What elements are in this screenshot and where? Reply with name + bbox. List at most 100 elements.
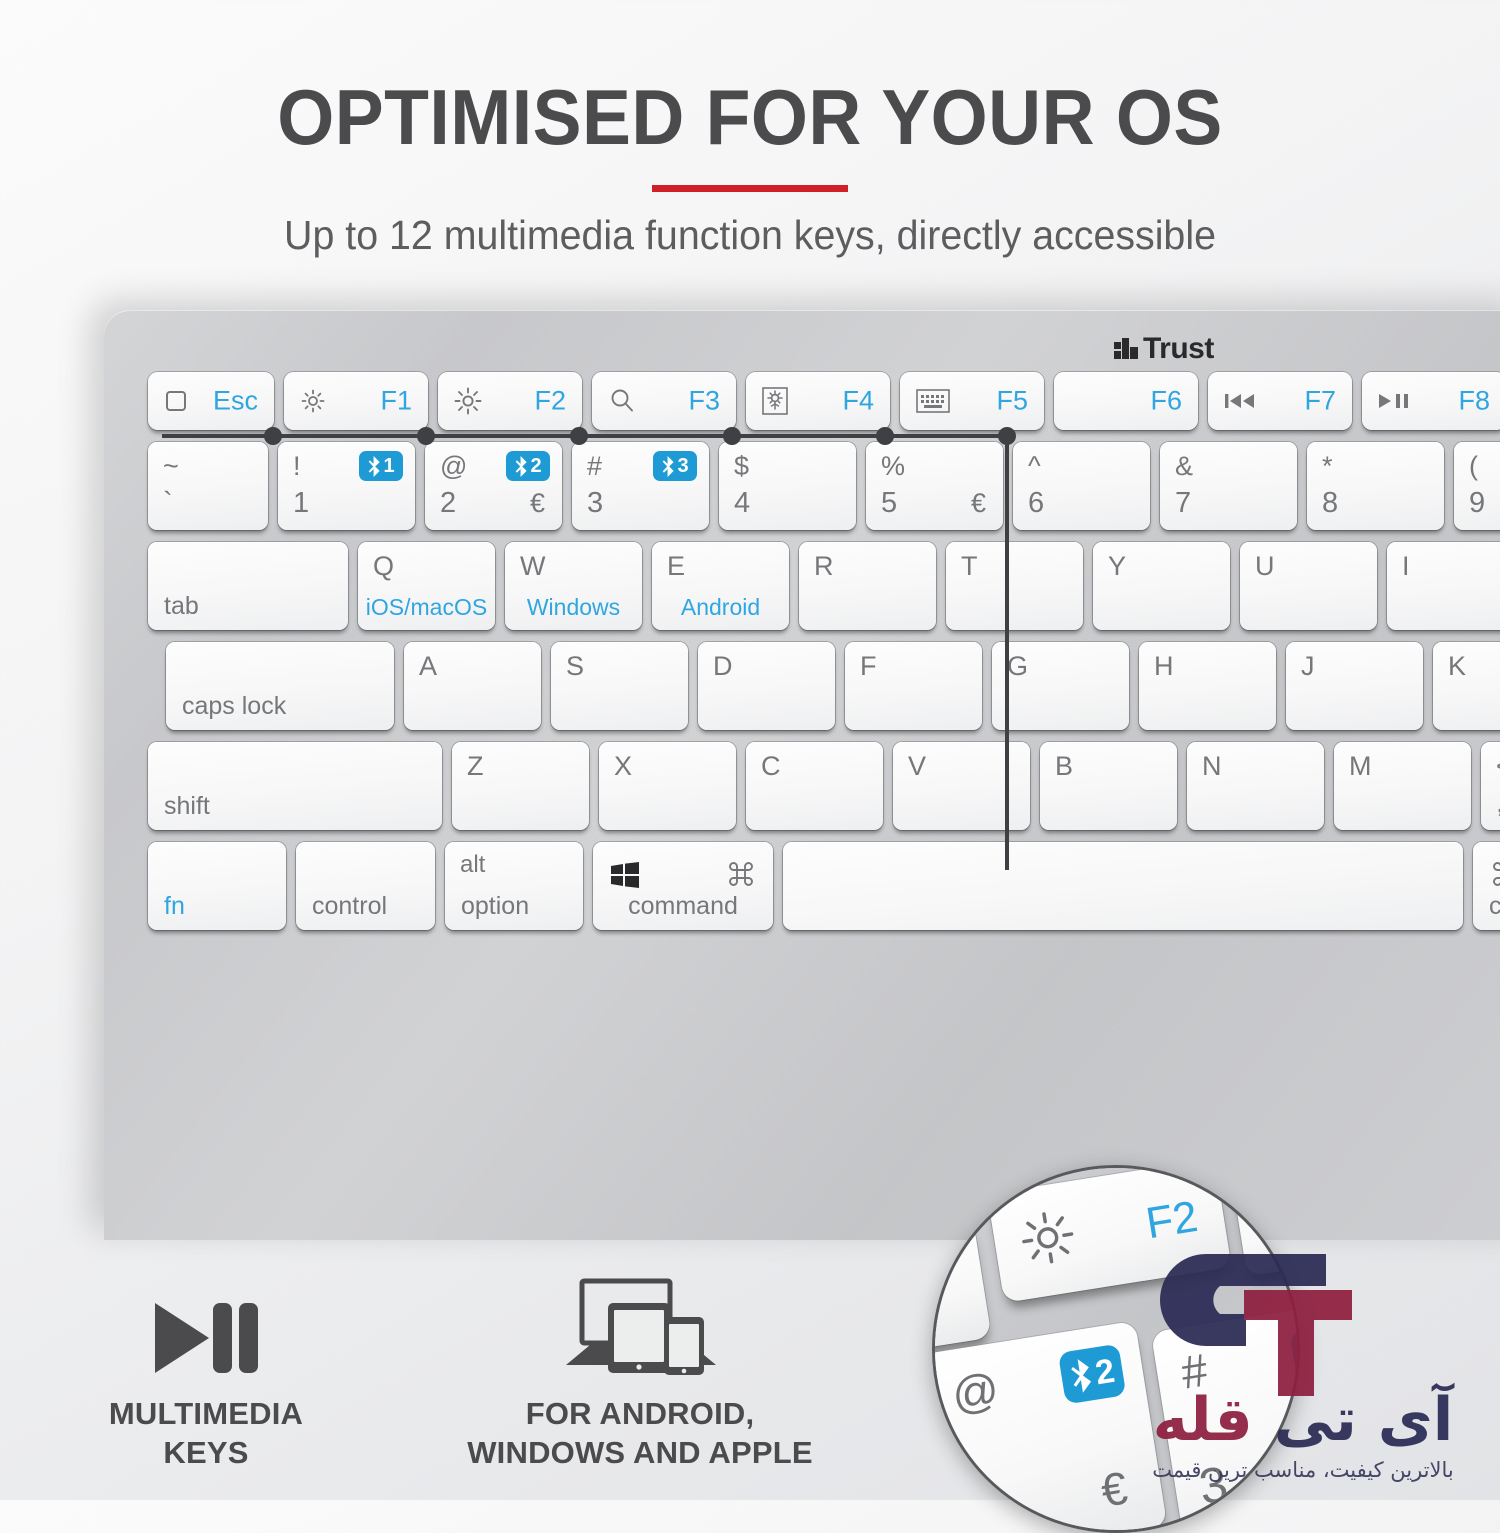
key-label-f5: F5 [996, 385, 1028, 416]
key-f4[interactable]: F4 [746, 372, 890, 430]
key-label-6: 6 [1028, 487, 1045, 519]
key-m[interactable]: M [1334, 742, 1471, 830]
key-q[interactable]: Q iOS/macOS [358, 542, 495, 630]
key-2[interactable]: @ 2 € 2 [425, 442, 562, 530]
key-u[interactable]: U [1240, 542, 1377, 630]
key-f7[interactable]: F7 [1208, 372, 1352, 430]
key-label-r: R [814, 551, 834, 581]
key-label-caret: ^ [1028, 451, 1041, 481]
key-a[interactable]: A [404, 642, 541, 730]
key-4[interactable]: $ 4 [719, 442, 856, 530]
key-label-percent: % [881, 451, 906, 481]
key-command-left[interactable]: command [593, 842, 773, 930]
key-f3[interactable]: F3 [592, 372, 736, 430]
key-v[interactable]: V [893, 742, 1030, 830]
key-c[interactable]: C [746, 742, 883, 830]
key-space[interactable] [783, 842, 1463, 930]
key-r[interactable]: R [799, 542, 936, 630]
key-fn[interactable]: fn [148, 842, 286, 930]
key-label-4: 4 [734, 487, 751, 519]
key-label-dollar: $ [734, 451, 750, 481]
key-6[interactable]: ^ 6 [1013, 442, 1150, 530]
page-subtitle: Up to 12 multimedia function keys, direc… [284, 212, 1216, 258]
command-glyph-icon [727, 860, 755, 888]
header: OPTIMISED FOR YOUR OS Up to 12 multimedi… [0, 0, 1500, 259]
key-comma[interactable]: < , [1481, 742, 1500, 830]
key-t[interactable]: T [946, 542, 1083, 630]
watermark-tagline: بالاترین کیفیت، مناسب ترین قیمت [1152, 1458, 1454, 1482]
key-label-2: 2 [440, 487, 457, 519]
key-label-option: option [461, 892, 530, 920]
key-label-b: B [1055, 751, 1074, 781]
multi-device-feature-icon [420, 1278, 860, 1377]
key-label-f8: F8 [1458, 385, 1490, 416]
key-label-k: K [1448, 651, 1467, 681]
key-y[interactable]: Y [1093, 542, 1230, 630]
key-5[interactable]: % 5 € [866, 442, 1003, 530]
key-j[interactable]: J [1286, 642, 1423, 730]
key-label-s: S [566, 651, 585, 681]
qwerty-key-row: tab Q iOS/macOS W Windows E Android R T … [148, 542, 1500, 630]
key-f[interactable]: F [845, 642, 982, 730]
key-control[interactable]: control [296, 842, 435, 930]
key-e[interactable]: E Android [652, 542, 789, 630]
key-f8[interactable]: F8 [1362, 372, 1500, 430]
key-command-right[interactable]: comm [1473, 842, 1500, 930]
feature-device-compatibility: FOR ANDROID, WINDOWS AND APPLE [420, 1278, 860, 1472]
key-d[interactable]: D [698, 642, 835, 730]
key-f6[interactable]: F6 [1054, 372, 1198, 430]
key-i[interactable]: I [1387, 542, 1500, 630]
key-8[interactable]: * 8 [1307, 442, 1444, 530]
play-pause-feature-icon [46, 1281, 366, 1377]
key-w[interactable]: W Windows [505, 542, 642, 630]
key-label-f: F [860, 651, 877, 681]
site-watermark-logo: آی تی قله بالاترین کیفیت، مناسب ترین قیم… [1128, 1246, 1478, 1486]
key-3[interactable]: # 3 3 [572, 442, 709, 530]
keyboard-product-image: Trust Esc F1 F2 F3 F4 F5 F6 F7 F8 ~ ` ! … [104, 310, 1500, 1533]
stop-square-icon [164, 389, 188, 413]
key-label-a: A [419, 651, 438, 681]
key-backtick[interactable]: ~ ` [148, 442, 268, 530]
key-x[interactable]: X [599, 742, 736, 830]
key-shift-left[interactable]: shift [148, 742, 442, 830]
key-label-n: N [1202, 751, 1222, 781]
key-k[interactable]: K [1433, 642, 1500, 730]
search-icon [608, 387, 636, 415]
key-label-backtick: ` [163, 487, 173, 519]
bluetooth-badge-2-number: 2 [530, 454, 542, 477]
feature-devices-line2: WINDOWS AND APPLE [467, 1434, 813, 1470]
key-f2[interactable]: F2 [438, 372, 582, 430]
key-label-5-euro: € [970, 488, 986, 518]
key-label-tab: tab [164, 592, 199, 620]
key-n[interactable]: N [1187, 742, 1324, 830]
key-9[interactable]: ( 9 [1454, 442, 1500, 530]
key-label-f4: F4 [842, 385, 874, 416]
mag-key-f2-label: F2 [1142, 1191, 1202, 1249]
key-label-asterisk: * [1322, 451, 1333, 481]
command-glyph-right-icon [1491, 860, 1500, 888]
key-label-f7: F7 [1304, 385, 1336, 416]
key-s[interactable]: S [551, 642, 688, 730]
key-label-v: V [908, 751, 927, 781]
key-1[interactable]: ! 1 1 [278, 442, 415, 530]
key-7[interactable]: & 7 [1160, 442, 1297, 530]
feature-multimedia-line2: KEYS [163, 1434, 249, 1470]
launchpad-icon [762, 387, 788, 415]
key-tab[interactable]: tab [148, 542, 348, 630]
key-esc[interactable]: Esc [148, 372, 274, 430]
number-key-row: ~ ` ! 1 1 @ 2 € 2 # 3 3 $ 4 % 5 € ^ 6 & … [148, 442, 1500, 530]
key-g[interactable]: G [992, 642, 1129, 730]
key-z[interactable]: Z [452, 742, 589, 830]
keyboard-key-rows: Esc F1 F2 F3 F4 F5 F6 F7 F8 ~ ` ! 1 1 @ … [148, 372, 1500, 938]
feature-multimedia-line1: MULTIMEDIA [108, 1396, 304, 1432]
key-caps-lock[interactable]: caps lock [166, 642, 394, 730]
key-label-esc: Esc [212, 385, 258, 416]
bluetooth-badge-1: 1 [359, 451, 403, 481]
key-f1[interactable]: F1 [284, 372, 428, 430]
key-b[interactable]: B [1040, 742, 1177, 830]
key-h[interactable]: H [1139, 642, 1276, 730]
key-option[interactable]: alt option [445, 842, 583, 930]
key-label-paren: ( [1469, 451, 1478, 481]
key-f5[interactable]: F5 [900, 372, 1044, 430]
title-underline-rule [652, 185, 848, 192]
